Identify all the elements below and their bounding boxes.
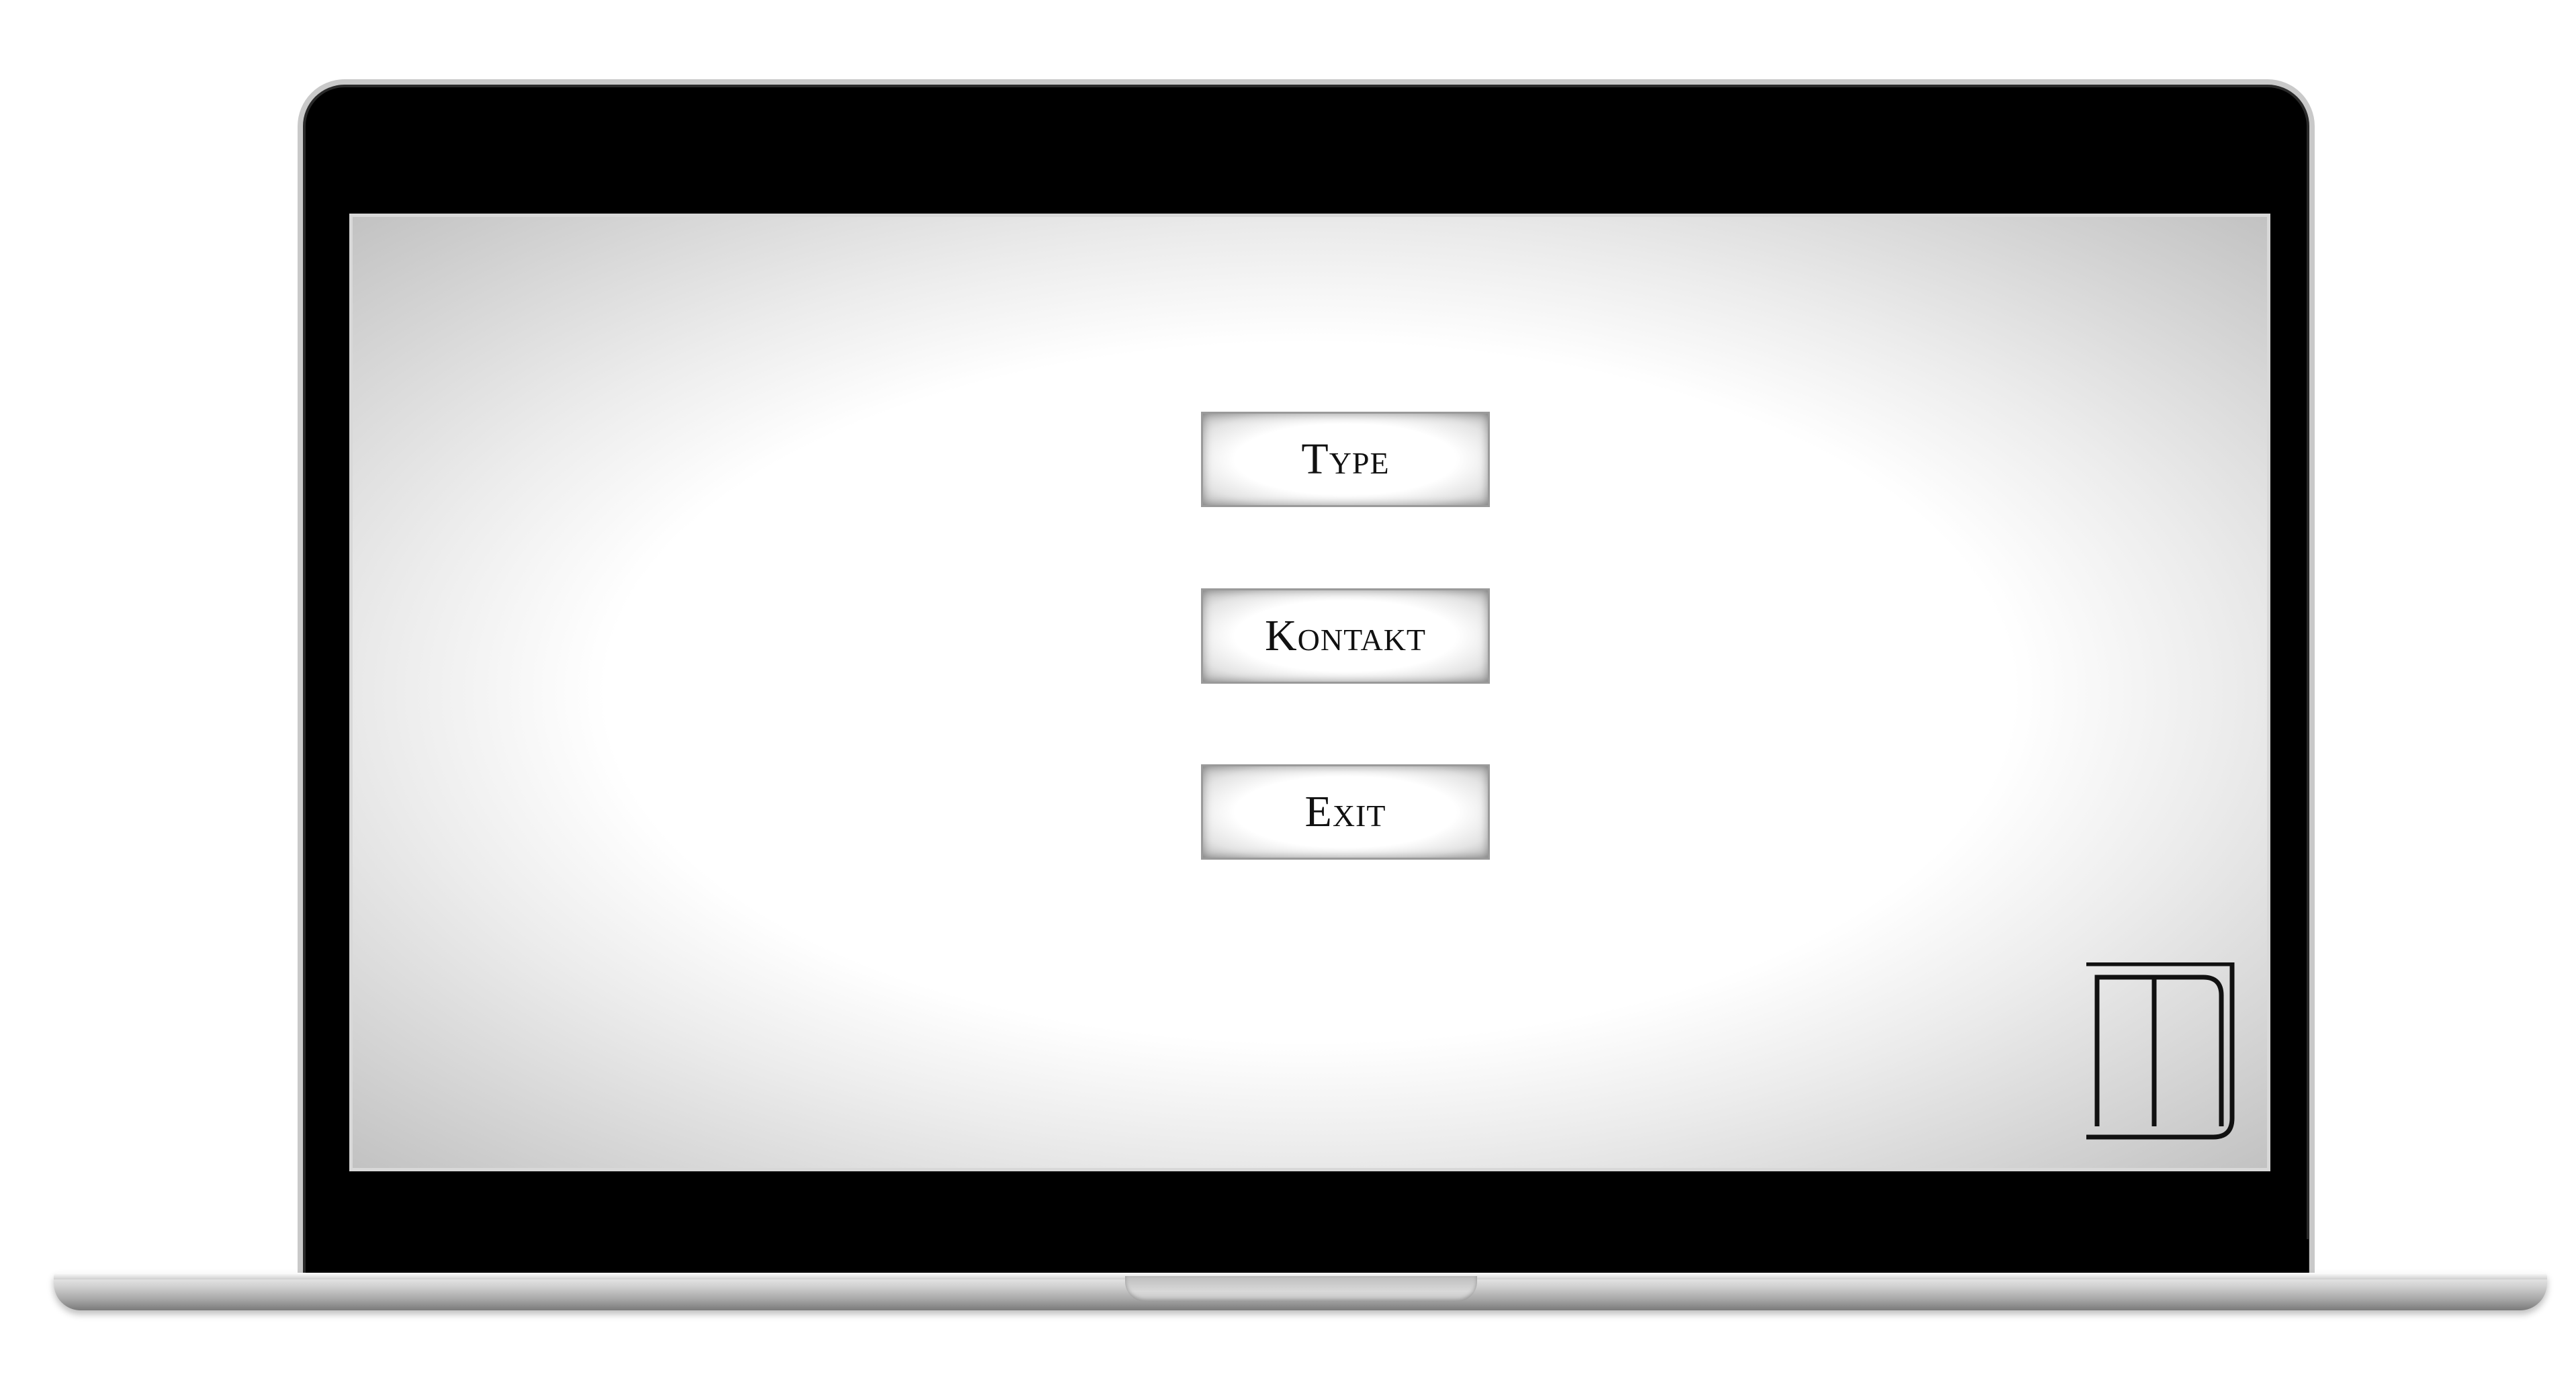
- laptop-chin: [306, 1239, 2309, 1276]
- type-button[interactable]: Type: [1201, 412, 1490, 507]
- monogram-logo-icon: [2086, 962, 2235, 1140]
- exit-button-label: Exit: [1304, 787, 1386, 836]
- laptop-mockup: Type Kontakt Exit: [0, 0, 2576, 1399]
- exit-button[interactable]: Exit: [1201, 764, 1490, 860]
- kontakt-button[interactable]: Kontakt: [1201, 588, 1490, 684]
- app-screen: Type Kontakt Exit: [349, 214, 2270, 1171]
- laptop-notch: [1125, 1276, 1477, 1302]
- type-button-label: Type: [1301, 435, 1390, 484]
- kontakt-button-label: Kontakt: [1264, 611, 1427, 660]
